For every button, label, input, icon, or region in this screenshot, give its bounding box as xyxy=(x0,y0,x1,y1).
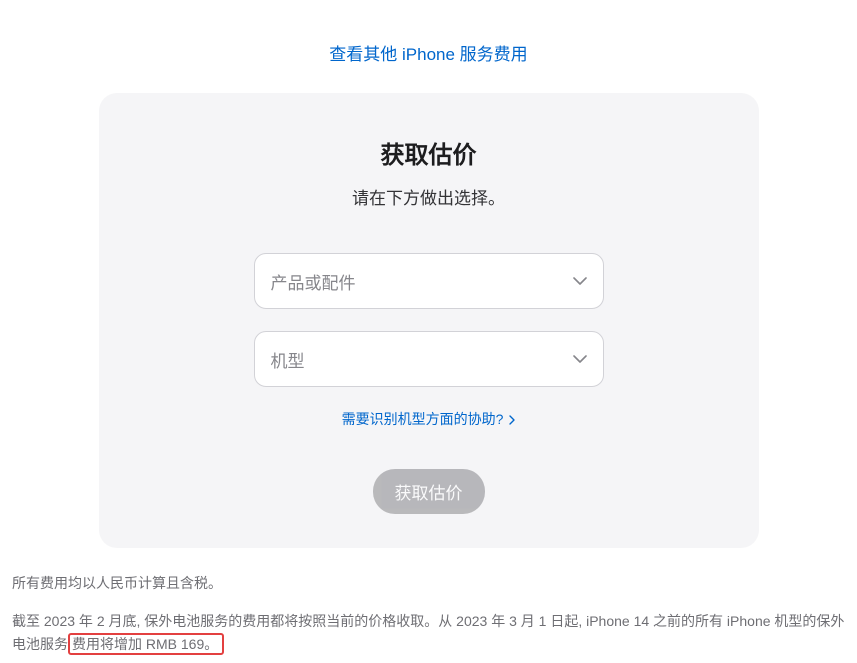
product-select[interactable]: 产品或配件 xyxy=(254,253,604,309)
get-estimate-button[interactable]: 获取估价 xyxy=(373,469,485,514)
model-select-wrapper: 机型 xyxy=(254,331,604,387)
model-select-placeholder: 机型 xyxy=(271,347,305,372)
footnote: 所有费用均以人民币计算且含税。 截至 2023 年 2 月底, 保外电池服务的费… xyxy=(0,548,857,655)
card-subtitle: 请在下方做出选择。 xyxy=(139,184,719,209)
estimate-card: 获取估价 请在下方做出选择。 产品或配件 机型 需要识别机型方面的协助? 获取估… xyxy=(99,93,759,548)
model-select[interactable]: 机型 xyxy=(254,331,604,387)
help-link-wrapper: 需要识别机型方面的协助? xyxy=(139,409,719,429)
product-select-placeholder: 产品或配件 xyxy=(271,269,356,294)
product-select-wrapper: 产品或配件 xyxy=(254,253,604,309)
footnote-highlight: 费用将增加 RMB 169。 xyxy=(68,633,224,655)
card-title: 获取估价 xyxy=(139,135,719,170)
chevron-down-icon xyxy=(573,355,587,363)
chevron-down-icon xyxy=(573,277,587,285)
footnote-line-2: 截至 2023 年 2 月底, 保外电池服务的费用都将按照当前的价格收取。从 2… xyxy=(12,610,845,655)
other-service-fees-link[interactable]: 查看其他 iPhone 服务费用 xyxy=(329,45,527,64)
top-link-wrapper: 查看其他 iPhone 服务费用 xyxy=(0,0,857,93)
identify-model-help-link[interactable]: 需要识别机型方面的协助? xyxy=(342,411,516,427)
footnote-line-1: 所有费用均以人民币计算且含税。 xyxy=(12,572,845,594)
chevron-right-icon xyxy=(509,411,515,427)
help-link-text: 需要识别机型方面的协助? xyxy=(342,411,504,427)
